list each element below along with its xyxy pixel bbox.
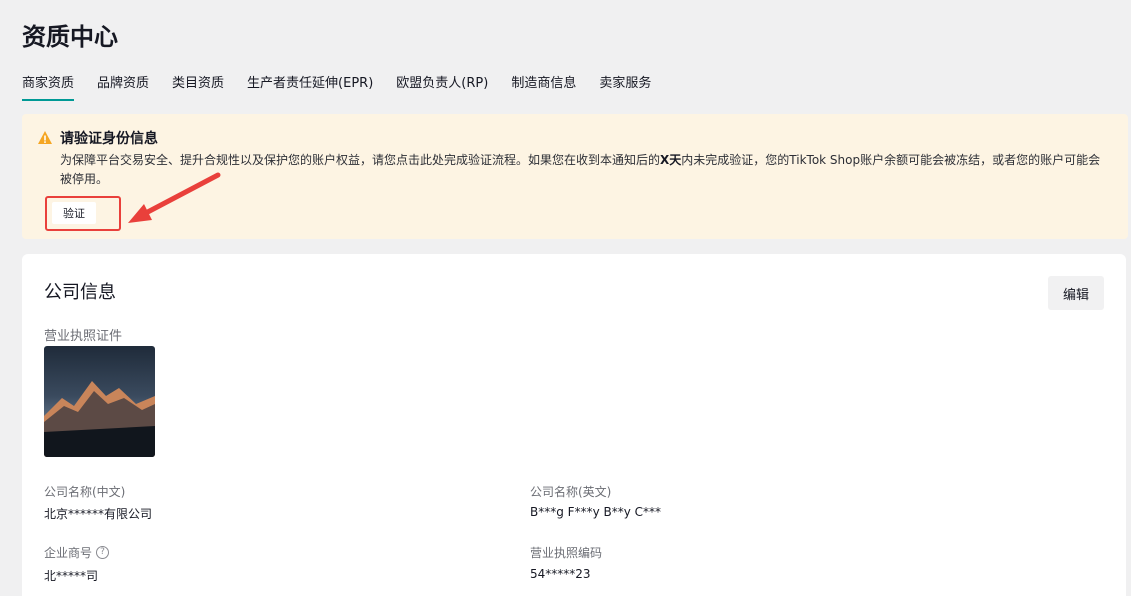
company-info-card: 公司信息 编辑 营业执照证件 公司名称(中文) 北京******有限公司 公司名… bbox=[22, 254, 1126, 596]
warning-icon bbox=[38, 131, 52, 144]
company-name-cn-label: 公司名称(中文) bbox=[44, 485, 126, 499]
tab-manufacturer-info[interactable]: 制造商信息 bbox=[511, 72, 576, 101]
tab-category-qualification[interactable]: 类目资质 bbox=[172, 72, 224, 101]
alert-text-part1: 为保障平台交易安全、提升合规性以及保护您的账户权益，请您点击此处完成验证流程。如… bbox=[60, 153, 661, 167]
verify-button[interactable]: 验证 bbox=[52, 202, 96, 224]
help-icon[interactable]: ? bbox=[96, 546, 110, 559]
trade-name-label: 企业商号 bbox=[44, 546, 93, 560]
license-number-value: 54*****23 bbox=[530, 567, 591, 581]
trade-name-label-row: 企业商号 ? bbox=[44, 544, 110, 561]
trade-name-value: 北*****司 bbox=[44, 569, 99, 583]
tab-merchant-qualification[interactable]: 商家资质 bbox=[22, 72, 75, 101]
page-title: 资质中心 bbox=[22, 23, 118, 51]
edit-button[interactable]: 编辑 bbox=[1048, 276, 1104, 310]
red-arrow-annotation bbox=[128, 172, 221, 223]
tab-epr[interactable]: 生产者责任延伸(EPR) bbox=[247, 72, 373, 101]
company-name-en-label: 公司名称(英文) bbox=[530, 485, 612, 499]
license-number-label: 营业执照编码 bbox=[530, 546, 603, 560]
tab-brand-qualification[interactable]: 品牌资质 bbox=[97, 72, 149, 101]
business-license-image[interactable] bbox=[44, 346, 155, 457]
company-name-cn-value: 北京******有限公司 bbox=[44, 507, 153, 521]
company-info-title: 公司信息 bbox=[44, 282, 116, 303]
tab-seller-service[interactable]: 卖家服务 bbox=[599, 72, 651, 101]
alert-text-days: X天 bbox=[660, 153, 682, 167]
company-name-en-value: B***g F***y B**y C*** bbox=[530, 505, 662, 519]
qualification-tabs: 商家资质 品牌资质 类目资质 生产者责任延伸(EPR) 欧盟负责人(RP) 制造… bbox=[22, 72, 674, 101]
business-license-label: 营业执照证件 bbox=[44, 329, 123, 344]
tab-eu-rp[interactable]: 欧盟负责人(RP) bbox=[396, 72, 488, 101]
alert-title: 请验证身份信息 bbox=[60, 131, 158, 147]
